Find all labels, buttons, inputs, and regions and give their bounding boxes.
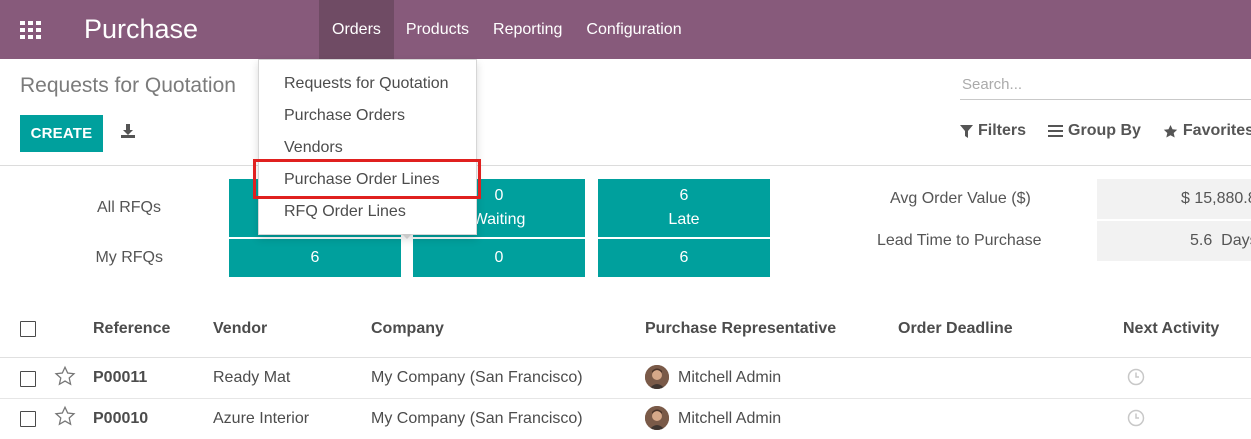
search-input[interactable] xyxy=(960,70,1251,99)
star-icon xyxy=(1163,124,1178,138)
column-purchase-representative[interactable]: Purchase Representative xyxy=(645,320,836,338)
menu-item-requests-for-quotation[interactable]: Requests for Quotation xyxy=(259,68,476,100)
tile-value: 6 xyxy=(310,249,320,266)
star-outline-icon[interactable] xyxy=(54,365,76,387)
create-button[interactable]: CREATE xyxy=(20,115,103,152)
search-options: Filters Group By Favorites xyxy=(960,122,1251,140)
avg-order-value-label: Avg Order Value ($) xyxy=(890,190,1031,207)
list-header: Reference Vendor Company Purchase Repres… xyxy=(0,300,1251,358)
row-vendor: Ready Mat xyxy=(213,369,291,386)
row-vendor: Azure Interior xyxy=(213,410,310,427)
search-box xyxy=(960,70,1251,100)
app-title: Purchase xyxy=(84,14,199,44)
lead-time-label: Lead Time to Purchase xyxy=(877,232,1042,249)
column-reference[interactable]: Reference xyxy=(93,320,170,338)
table-row[interactable]: P00011 Ready Mat My Company (San Francis… xyxy=(0,358,1251,399)
clock-icon[interactable] xyxy=(1127,368,1145,386)
menu-orders[interactable]: Orders xyxy=(319,0,394,59)
table-row[interactable]: P00010 Azure Interior My Company (San Fr… xyxy=(0,399,1251,439)
column-next-activity[interactable]: Next Activity xyxy=(1123,320,1219,338)
tile-value: 0 xyxy=(494,249,504,266)
filter-icon xyxy=(960,124,973,138)
lead-time-value: 5.6 Days xyxy=(1097,221,1251,261)
breadcrumb: Requests for Quotation xyxy=(20,74,236,97)
group-by-button[interactable]: Group By xyxy=(1048,122,1141,140)
tile-my-rfqs-waiting[interactable]: 0 xyxy=(413,239,585,277)
tile-my-rfqs-late[interactable]: 6 xyxy=(598,239,770,277)
avg-order-value-text: $ 15,880.8 xyxy=(1181,190,1251,207)
row-checkbox[interactable] xyxy=(20,411,36,427)
top-navbar: Purchase Orders Products Reporting Confi… xyxy=(0,0,1251,59)
orders-dropdown-menu: Requests for Quotation Purchase Orders V… xyxy=(258,59,477,235)
star-outline-icon[interactable] xyxy=(54,405,76,427)
filters-button[interactable]: Filters xyxy=(960,122,1026,140)
menu-item-purchase-orders[interactable]: Purchase Orders xyxy=(259,100,476,132)
main-menu: Orders Products Reporting Configuration xyxy=(319,0,694,59)
tile-all-rfqs-late[interactable]: 6 Late xyxy=(598,179,770,237)
favorites-label: Favorites xyxy=(1182,122,1251,139)
list-icon xyxy=(1048,125,1064,137)
tile-value: 0 xyxy=(494,187,504,204)
clock-icon[interactable] xyxy=(1127,409,1145,427)
avg-order-value: $ 15,880.8 xyxy=(1097,179,1251,219)
all-rfqs-label: All RFQs xyxy=(97,199,161,216)
row-company: My Company (San Francisco) xyxy=(371,410,583,427)
column-order-deadline[interactable]: Order Deadline xyxy=(898,320,1013,338)
group-by-label: Group By xyxy=(1068,122,1141,139)
dropdown-caret xyxy=(402,234,412,239)
apps-grid-icon[interactable] xyxy=(0,0,62,59)
column-company[interactable]: Company xyxy=(371,320,444,338)
row-representative: Mitchell Admin xyxy=(678,410,782,427)
download-icon[interactable] xyxy=(118,120,138,142)
tile-label: Late xyxy=(668,211,700,228)
select-all-checkbox[interactable] xyxy=(20,321,36,337)
menu-reporting[interactable]: Reporting xyxy=(481,0,574,59)
filters-label: Filters xyxy=(978,122,1027,139)
tile-value: 6 xyxy=(679,249,689,266)
menu-products[interactable]: Products xyxy=(394,0,481,59)
highlight-annotation xyxy=(253,159,481,199)
tile-my-rfqs-sent[interactable]: 6 xyxy=(229,239,401,277)
tile-label: Waiting xyxy=(472,211,526,228)
avatar xyxy=(645,406,669,430)
column-vendor[interactable]: Vendor xyxy=(213,320,267,338)
control-panel-divider xyxy=(0,165,1251,166)
row-checkbox[interactable] xyxy=(20,371,36,387)
row-company: My Company (San Francisco) xyxy=(371,369,583,386)
avatar xyxy=(645,365,669,389)
row-representative: Mitchell Admin xyxy=(678,369,782,386)
my-rfqs-label: My RFQs xyxy=(95,249,163,266)
menu-item-rfq-order-lines[interactable]: RFQ Order Lines xyxy=(259,196,476,228)
favorites-button[interactable]: Favorites xyxy=(1163,122,1251,140)
tile-value: 6 xyxy=(679,187,689,204)
row-reference: P00010 xyxy=(93,410,149,427)
row-reference: P00011 xyxy=(93,369,148,386)
lead-time-text: 5.6 Days xyxy=(1190,232,1251,249)
menu-configuration[interactable]: Configuration xyxy=(574,0,693,59)
